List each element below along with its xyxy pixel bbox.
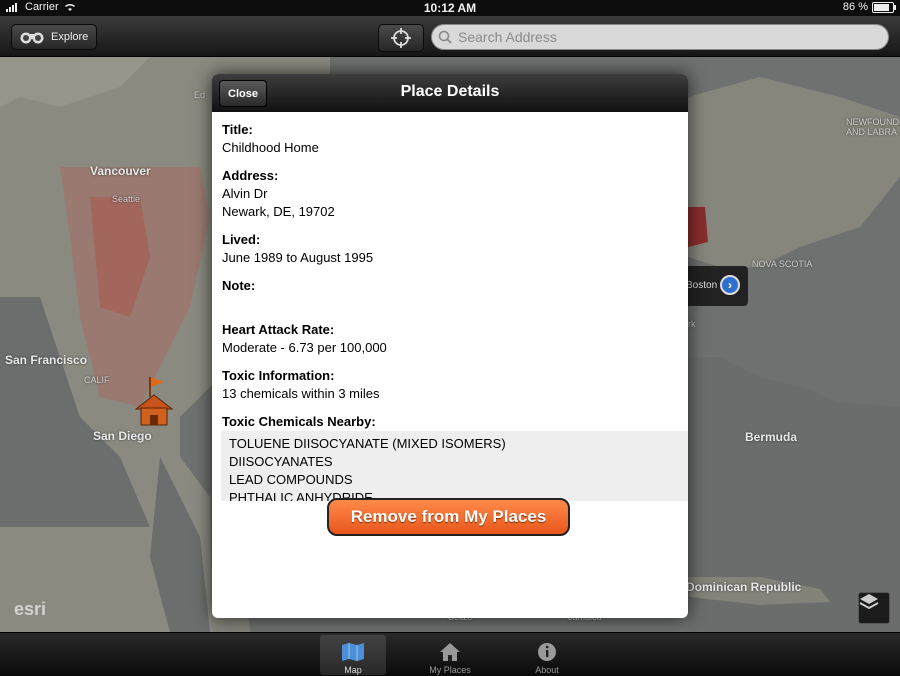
tab-bar: Map My Places About [0,632,900,676]
remove-from-my-places-button[interactable]: Remove from My Places [327,498,570,536]
title-field: Title: Childhood Home [222,121,678,157]
address-field: Address: Alvin Dr Newark, DE, 19702 [222,167,678,221]
title-label: Title: [222,122,253,137]
crosshair-icon [391,28,411,48]
map-label-bermuda: Bermuda [745,430,798,444]
tab-map[interactable]: Map [320,635,386,675]
modal-body: Title: Childhood Home Address: Alvin Dr … [212,112,688,501]
tab-my-places-label: My Places [429,665,471,675]
search-icon [438,30,452,44]
list-item: LEAD COMPOUNDS [229,472,353,487]
toxic-info-field: Toxic Information: 13 chemicals within 3… [222,367,678,403]
info-icon [538,643,556,661]
list-item: DIISOCYANATES [229,454,333,469]
layers-icon [859,594,879,610]
explore-label: Explore [51,31,89,43]
house-icon [440,643,460,661]
explore-button[interactable]: Explore [11,24,97,50]
address-label: Address: [222,168,279,183]
heart-attack-field: Heart Attack Rate: Moderate - 6.73 per 1… [222,321,678,357]
lived-value: June 1989 to August 1995 [222,250,374,265]
lived-field: Lived: June 1989 to August 1995 [222,231,678,267]
toxic-info-label: Toxic Information: [222,368,335,383]
toxic-info-value: 13 chemicals within 3 miles [222,386,380,401]
house-flag-icon [134,377,174,426]
tab-map-label: Map [344,665,362,675]
tab-my-places[interactable]: My Places [417,635,483,675]
clock: 10:12 AM [423,1,477,15]
map-icon [342,643,364,661]
callout-label: Boston [686,280,718,291]
heart-attack-label: Heart Attack Rate: [222,322,335,337]
note-label: Note: [222,278,256,293]
heart-attack-value: Moderate - 6.73 per 100,000 [222,340,387,355]
map-label-seattle: Seattle [112,194,141,204]
map-label-nova-scotia: NOVA SCOTIA [752,259,813,269]
map-label-york: rk [688,319,696,329]
disclosure-arrow-icon[interactable]: › [720,275,740,295]
top-toolbar: Explore [0,16,900,57]
search-bar[interactable] [431,24,889,50]
layers-button[interactable] [858,592,890,624]
map-label-edm: Ed [194,90,206,100]
address-line-2: Newark, DE, 19702 [222,204,335,219]
locate-button[interactable] [378,24,424,52]
search-input[interactable] [456,28,860,46]
modal-title: Place Details [400,83,500,100]
battery-icon [872,1,896,13]
chemicals-list[interactable]: TOLUENE DIISOCYANATE (MIXED ISOMERS) DII… [221,431,688,501]
chemicals-field: Toxic Chemicals Nearby: TOLUENE DIISOCYA… [221,413,688,501]
map-label-dominican-republic: Dominican Republic [686,580,802,594]
lived-label: Lived: [222,232,261,247]
tab-about[interactable]: About [514,635,580,675]
map-callout[interactable]: Boston › [686,266,748,306]
status-bar: Carrier 10:12 AM 86 % [0,0,900,16]
chemicals-label: Toxic Chemicals Nearby: [222,414,376,429]
address-line-1: Alvin Dr [222,186,268,201]
title-value: Childhood Home [222,140,319,155]
battery-percent: 86 % [842,1,868,13]
esri-logo: esri [14,599,47,619]
note-field: Note: [222,277,678,311]
map-label-newfoundland: NEWFOUNDL AND LABRA [846,117,900,137]
battery-indicator: 86 % [842,1,896,13]
tab-about-label: About [535,665,559,675]
map-label-vancouver: Vancouver [90,164,151,178]
map-label-calif: CALIF [84,375,110,385]
binoculars-icon [20,32,44,44]
modal-header: Close Place Details [212,74,688,112]
list-item: TOLUENE DIISOCYANATE (MIXED ISOMERS) [229,436,506,451]
map-label-san-diego: San Diego [93,429,152,443]
map-label-san-francisco: San Francisco [5,353,88,367]
place-details-modal: Close Place Details Title: Childhood Hom… [212,74,688,618]
